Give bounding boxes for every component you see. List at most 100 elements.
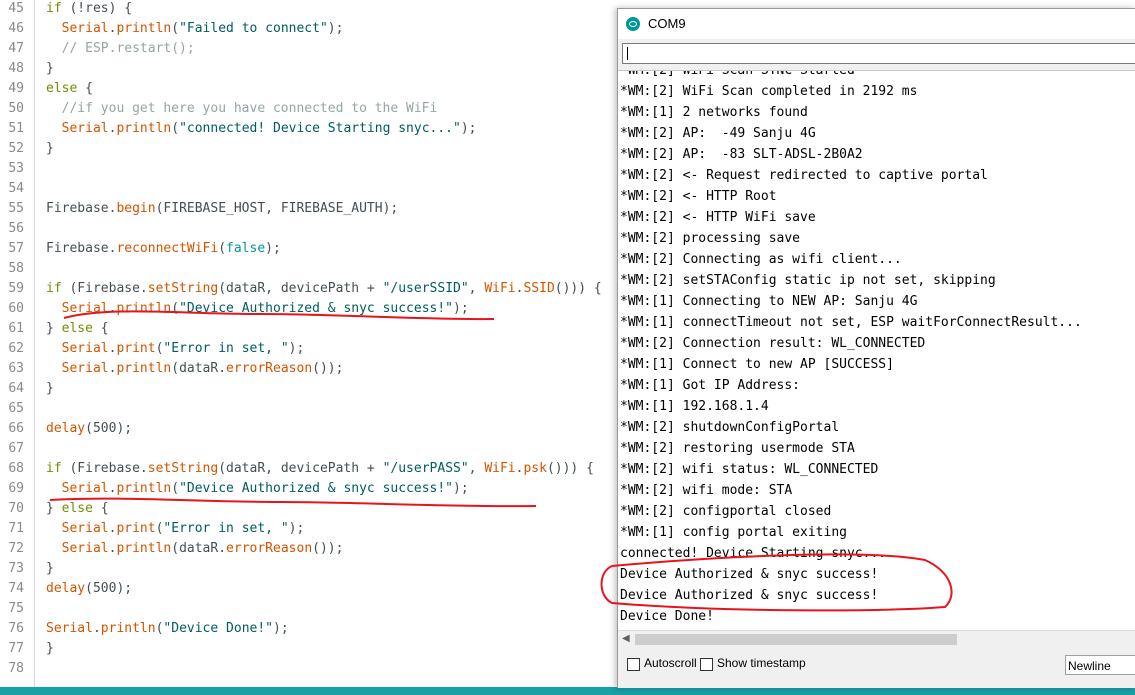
code-line[interactable]: delay(500); (46, 419, 132, 439)
code-token: (FIREBASE_HOST, FIREBASE_AUTH); (155, 201, 399, 216)
code-token: } (46, 641, 54, 656)
code-line[interactable]: } (46, 559, 54, 579)
serial-output-line: *WM:[2] AP: -49 Sanju 4G (620, 126, 816, 141)
code-token: . (92, 621, 101, 636)
code-token: println (116, 481, 172, 496)
code-token: if (46, 461, 62, 476)
code-line[interactable]: Serial.println("Device Authorized & snyc… (46, 479, 469, 499)
code-token: errorReason (226, 361, 313, 376)
code-line[interactable]: Serial.println("Failed to connect"); (46, 19, 344, 39)
code-line[interactable]: } (46, 59, 54, 79)
show-timestamp-checkbox[interactable] (700, 658, 713, 671)
code-line[interactable]: if (!res) { (46, 0, 132, 19)
code-token: ())) { (546, 461, 594, 476)
line-number: 55 (8, 201, 24, 216)
line-number: 59 (8, 281, 24, 296)
serial-send-input[interactable] (622, 43, 1135, 64)
line-number: 45 (8, 1, 24, 16)
code-token: ); (288, 341, 305, 356)
line-number: 68 (8, 461, 24, 476)
code-token: ( (218, 241, 227, 256)
line-number: 78 (8, 661, 24, 676)
serial-output-line: *WM:[2] wifi status: WL_CONNECTED (620, 462, 879, 477)
serial-output[interactable]: *WM:[2] WiFi Scan SYNC Started *WM:[2] Wi… (618, 70, 1135, 631)
code-token: "Device Done!" (163, 621, 273, 636)
code-line[interactable]: //if you get here you have connected to … (46, 99, 438, 119)
code-token: println (116, 541, 172, 556)
line-number: 57 (8, 241, 24, 256)
horizontal-scrollbar[interactable]: ◀ (618, 630, 1135, 648)
code-token: WiFi (484, 281, 516, 296)
serial-monitor-window[interactable]: COM9 *WM:[2] WiFi Scan SYNC Started *WM:[… (617, 8, 1135, 688)
code-line[interactable]: } else { (46, 499, 109, 519)
code-token: SSID (523, 281, 555, 296)
serial-output-line: *WM:[1] 2 networks found (620, 105, 808, 120)
line-number: 49 (8, 81, 24, 96)
autoscroll-checkbox[interactable] (627, 658, 640, 671)
line-ending-select[interactable]: Newline (1065, 655, 1135, 675)
code-token: Serial (61, 521, 109, 536)
line-number: 73 (8, 561, 24, 576)
serial-monitor-titlebar[interactable]: COM9 (618, 9, 1135, 39)
code-token: ( (171, 481, 180, 496)
code-token: "Error in set, " (163, 341, 289, 356)
code-token: ); (460, 121, 477, 136)
serial-output-line: *WM:[2] <- Request redirected to captive… (620, 168, 988, 183)
code-line[interactable]: if (Firebase.setString(dataR, devicePath… (46, 459, 594, 479)
scroll-left-icon[interactable]: ◀ (622, 633, 630, 644)
serial-monitor-footer: Autoscroll Show timestamp Newline (618, 648, 1135, 688)
code-line[interactable]: Serial.println("connected! Device Starti… (46, 119, 477, 139)
code-line[interactable]: Serial.print("Error in set, "); (46, 519, 305, 539)
code-token: } (46, 501, 62, 516)
line-number: 63 (8, 361, 24, 376)
serial-output-line: *WM:[2] restoring usermode STA (620, 441, 855, 456)
line-number: 72 (8, 541, 24, 556)
code-line[interactable]: Serial.println("Device Done!"); (46, 619, 289, 639)
code-token: false (226, 241, 266, 256)
line-number: 56 (8, 221, 24, 236)
code-token: println (116, 301, 172, 316)
code-line[interactable]: } (46, 139, 54, 159)
code-line[interactable]: Serial.println(dataR.errorReason()); (46, 359, 344, 379)
code-line[interactable]: } else { (46, 319, 109, 339)
code-token: (Firebase. (61, 461, 148, 476)
code-token: if (46, 281, 62, 296)
code-line[interactable]: Serial.println(dataR.errorReason()); (46, 539, 344, 559)
code-line[interactable]: Serial.println("Device Authorized & snyc… (46, 299, 469, 319)
code-line[interactable]: Firebase.reconnectWiFi(false); (46, 239, 281, 259)
code-token: (Firebase. (61, 281, 148, 296)
serial-output-line: *WM:[2] <- HTTP WiFi save (620, 210, 816, 225)
serial-output-line: *WM:[1] config portal exiting (620, 525, 847, 540)
serial-output-line: Device Authorized & snyc success! (620, 567, 879, 582)
code-line[interactable]: if (Firebase.setString(dataR, devicePath… (46, 279, 602, 299)
serial-output-line: *WM:[1] Got IP Address: (620, 378, 801, 393)
code-line[interactable]: } (46, 639, 54, 659)
serial-output-line: *WM:[2] Connecting as wifi client... (620, 252, 902, 267)
ide-status-bar (0, 687, 1135, 695)
code-line[interactable]: else { (46, 79, 93, 99)
code-line[interactable]: Serial.print("Error in set, "); (46, 339, 305, 359)
scrollbar-thumb[interactable] (635, 634, 957, 645)
code-line[interactable]: Firebase.begin(FIREBASE_HOST, FIREBASE_A… (46, 199, 398, 219)
serial-output-line: *WM:[2] processing save (620, 231, 801, 246)
code-token: //if you get here you have connected to … (61, 101, 438, 116)
code-token: ( (171, 121, 180, 136)
code-line[interactable]: delay(500); (46, 579, 132, 599)
line-number: 46 (8, 21, 24, 36)
code-token: Serial (61, 21, 109, 36)
code-token: Serial (46, 621, 93, 636)
line-number: 58 (8, 261, 24, 276)
serial-output-line: *WM:[1] Connecting to NEW AP: Sanju 4G (620, 294, 918, 309)
code-token: "connected! Device Starting snyc..." (179, 121, 461, 136)
arduino-icon (626, 17, 640, 31)
serial-output-line: Device Done! (620, 609, 714, 624)
line-number: 48 (8, 61, 24, 76)
code-token: errorReason (226, 541, 313, 556)
code-line[interactable]: } (46, 379, 54, 399)
code-line[interactable]: // ESP.restart(); (46, 39, 195, 59)
code-token: { (77, 81, 93, 96)
